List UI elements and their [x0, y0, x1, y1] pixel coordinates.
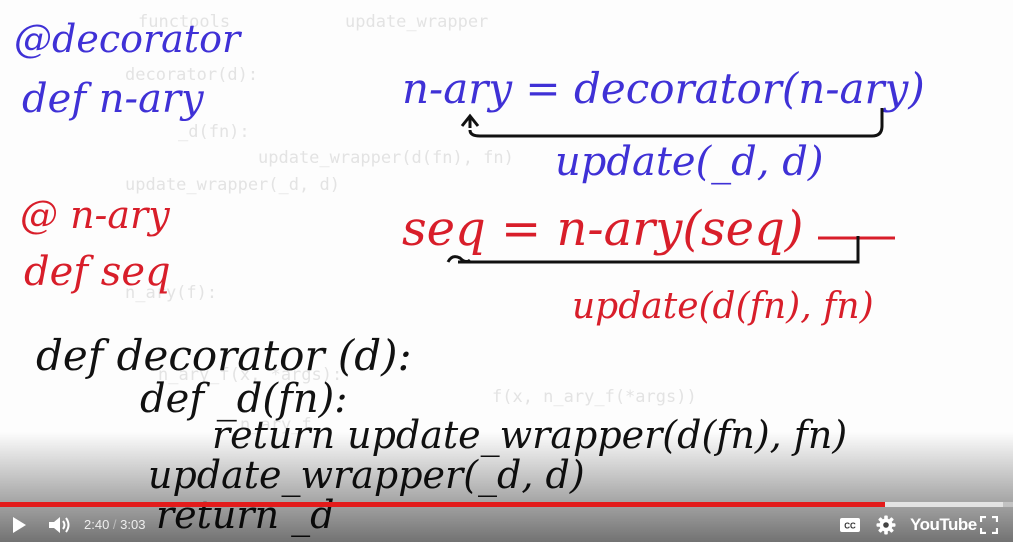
youtube-logo[interactable]: YouTube	[910, 508, 977, 542]
volume-button[interactable]	[46, 508, 74, 542]
player-controls: 2:40 / 3:03 CC YouTube	[0, 508, 1013, 542]
ghost-line: update_wrapper(d(fn), fn)	[258, 148, 514, 168]
seq-equation: seq = n-ary(seq)	[402, 201, 804, 257]
settings-button[interactable]	[873, 508, 899, 542]
def-nary-blue: def n-ary	[22, 76, 205, 122]
volume-icon	[49, 517, 70, 533]
time-separator: /	[109, 517, 121, 532]
whiteboard: functools update_wrapper decorator(d): _…	[14, 12, 925, 538]
time-display: 2:40 / 3:03	[84, 508, 145, 542]
ghost-line: update_wrapper(_d, d)	[125, 175, 340, 195]
current-time: 2:40	[84, 517, 110, 532]
ghost-line: f(x, n_ary_f(*args))	[492, 387, 697, 407]
ghost-line: _d(fn):	[178, 122, 250, 142]
svg-text:CC: CC	[844, 522, 856, 531]
red-notes: @ n-ary def seq seq = n-ary(seq) update(…	[20, 193, 895, 327]
gear-icon	[876, 515, 896, 535]
progress-played	[0, 502, 886, 507]
decorator-tag: @decorator	[14, 17, 243, 61]
def-seq-red: def seq	[24, 249, 171, 295]
play-button[interactable]	[6, 508, 32, 542]
progress-bar[interactable]	[0, 502, 1013, 507]
code-line-3: return update_wrapper(d(fn), fn)	[212, 413, 847, 458]
captions-button[interactable]: CC	[837, 508, 863, 542]
captions-icon: CC	[840, 518, 860, 532]
nary-tag: @ n-ary	[20, 193, 170, 237]
code-line-4: update_wrapper(_d, d)	[148, 453, 585, 498]
ghost-line: update_wrapper	[345, 12, 488, 32]
duration: 3:03	[120, 517, 146, 532]
fullscreen-button[interactable]	[977, 508, 1001, 542]
video-player[interactable]: functools update_wrapper decorator(d): _…	[0, 0, 1013, 542]
play-icon	[13, 517, 26, 533]
fullscreen-icon	[980, 516, 998, 534]
code-line-1: def decorator (d):	[36, 331, 412, 380]
seq-update: update(d(fn), fn)	[572, 286, 874, 327]
nary-equation: n-ary = decorator(n-ary)	[402, 64, 925, 113]
nary-update: update(_d, d)	[555, 139, 823, 185]
